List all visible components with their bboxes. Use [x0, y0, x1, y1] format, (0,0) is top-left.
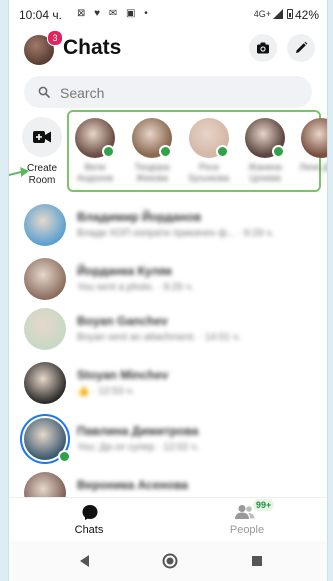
- chat-preview: Boyan sent an attachment. · 14:01 ч.: [77, 332, 241, 343]
- chat-avatar: [24, 308, 66, 350]
- back-icon[interactable]: [75, 551, 95, 571]
- chat-preview: You: Да се супер · 12:02 ч.: [77, 442, 200, 453]
- status-time: 10:04 ч.: [19, 8, 62, 22]
- recents-icon[interactable]: [247, 551, 267, 571]
- search-icon: [38, 86, 50, 98]
- camera-button[interactable]: [249, 34, 277, 62]
- story-avatar: [301, 118, 327, 158]
- chat-row[interactable]: Павлина Димитрова You: Да се супер · 12:0…: [9, 418, 327, 470]
- page-title: Chats: [63, 36, 122, 59]
- chat-avatar: [24, 362, 66, 404]
- chat-preview: Влади ХОП изпрати прикачен ф... · 9:29 ч…: [77, 228, 275, 239]
- chat-row[interactable]: Йорданка Куляк You sent a photo. · 9:25 ч…: [9, 258, 327, 310]
- story-item[interactable]: Жанина Цонева: [243, 118, 287, 184]
- story-avatar: [75, 118, 115, 158]
- story-avatar: [132, 118, 172, 158]
- phone-screen: 10:04 ч. ⊠ ♥ ✉ ▣ • 4G+ 42% 3 Chats Searc…: [8, 0, 328, 581]
- camera-icon: [257, 42, 269, 54]
- story-item[interactable]: Теодора Жекова: [130, 118, 174, 184]
- notification-icons: ⊠ ♥ ✉ ▣ •: [77, 8, 151, 19]
- story-avatar: [189, 118, 229, 158]
- create-room-button[interactable]: [22, 117, 62, 157]
- story-name: Вели Андонов: [77, 162, 113, 183]
- pencil-icon: [296, 41, 308, 53]
- home-icon[interactable]: [160, 551, 180, 571]
- story-item[interactable]: Вели Андонов: [73, 118, 117, 184]
- chat-avatar: [24, 258, 66, 300]
- status-bar: 10:04 ч. ⊠ ♥ ✉ ▣ • 4G+ 42%: [9, 0, 327, 26]
- system-nav-bar: [9, 541, 327, 581]
- chat-preview: You sent a photo. · 9:25 ч.: [77, 282, 194, 293]
- network-type: 4G+: [253, 9, 271, 19]
- story-name: Жанина Цонева: [248, 162, 282, 183]
- bottom-tab-bar: Chats 99+ People: [9, 497, 327, 542]
- story-avatar: [245, 118, 285, 158]
- battery-icon: [287, 9, 293, 19]
- compose-button[interactable]: [287, 34, 315, 62]
- story-item[interactable]: Лени Дако: [299, 118, 327, 173]
- chat-avatar: [24, 204, 66, 246]
- story-item[interactable]: Роси Брънкова: [187, 118, 231, 184]
- search-bar[interactable]: [24, 76, 312, 108]
- battery-level: 42%: [294, 8, 319, 22]
- online-indicator: [272, 145, 285, 158]
- signal-icon: [273, 9, 283, 19]
- chat-row[interactable]: Stoyan Minchev 👍 · 12:53 ч.: [9, 362, 327, 414]
- chat-bubble-icon: [82, 505, 98, 520]
- chat-name: Вероника Асенова: [77, 478, 188, 492]
- search-input[interactable]: [58, 82, 302, 104]
- online-indicator: [58, 450, 71, 463]
- story-name: Лени Дако: [299, 162, 327, 172]
- online-indicator: [102, 145, 115, 158]
- story-name: Роси Брънкова: [188, 162, 230, 183]
- people-badge: 99+: [253, 499, 275, 511]
- chat-name: Boyan Ganchev: [77, 314, 168, 328]
- chat-name: Павлина Димитрова: [77, 424, 199, 438]
- chat-name: Владимир Йорданов: [77, 210, 202, 224]
- tab-chats-label: Chats: [74, 524, 104, 536]
- tab-people[interactable]: 99+ People: [187, 498, 307, 542]
- chat-name: Stoyan Minchev: [77, 368, 169, 382]
- online-indicator: [216, 145, 229, 158]
- tab-people-label: People: [229, 524, 265, 536]
- chat-preview: 👍 · 12:53 ч.: [77, 386, 135, 397]
- chat-row[interactable]: Boyan Ganchev Boyan sent an attachment. ·…: [9, 308, 327, 360]
- video-camera-plus-icon: [33, 131, 51, 143]
- chat-row[interactable]: Владимир Йорданов Влади ХОП изпрати прика…: [9, 204, 327, 256]
- chat-name: Йорданка Куляк: [77, 264, 173, 278]
- story-name: Теодора Жекова: [134, 162, 170, 183]
- notification-badge: 3: [47, 30, 63, 46]
- online-indicator: [159, 145, 172, 158]
- people-icon: [235, 505, 255, 519]
- tab-chats[interactable]: Chats: [29, 498, 149, 542]
- highlight-arrow-icon: [9, 167, 29, 177]
